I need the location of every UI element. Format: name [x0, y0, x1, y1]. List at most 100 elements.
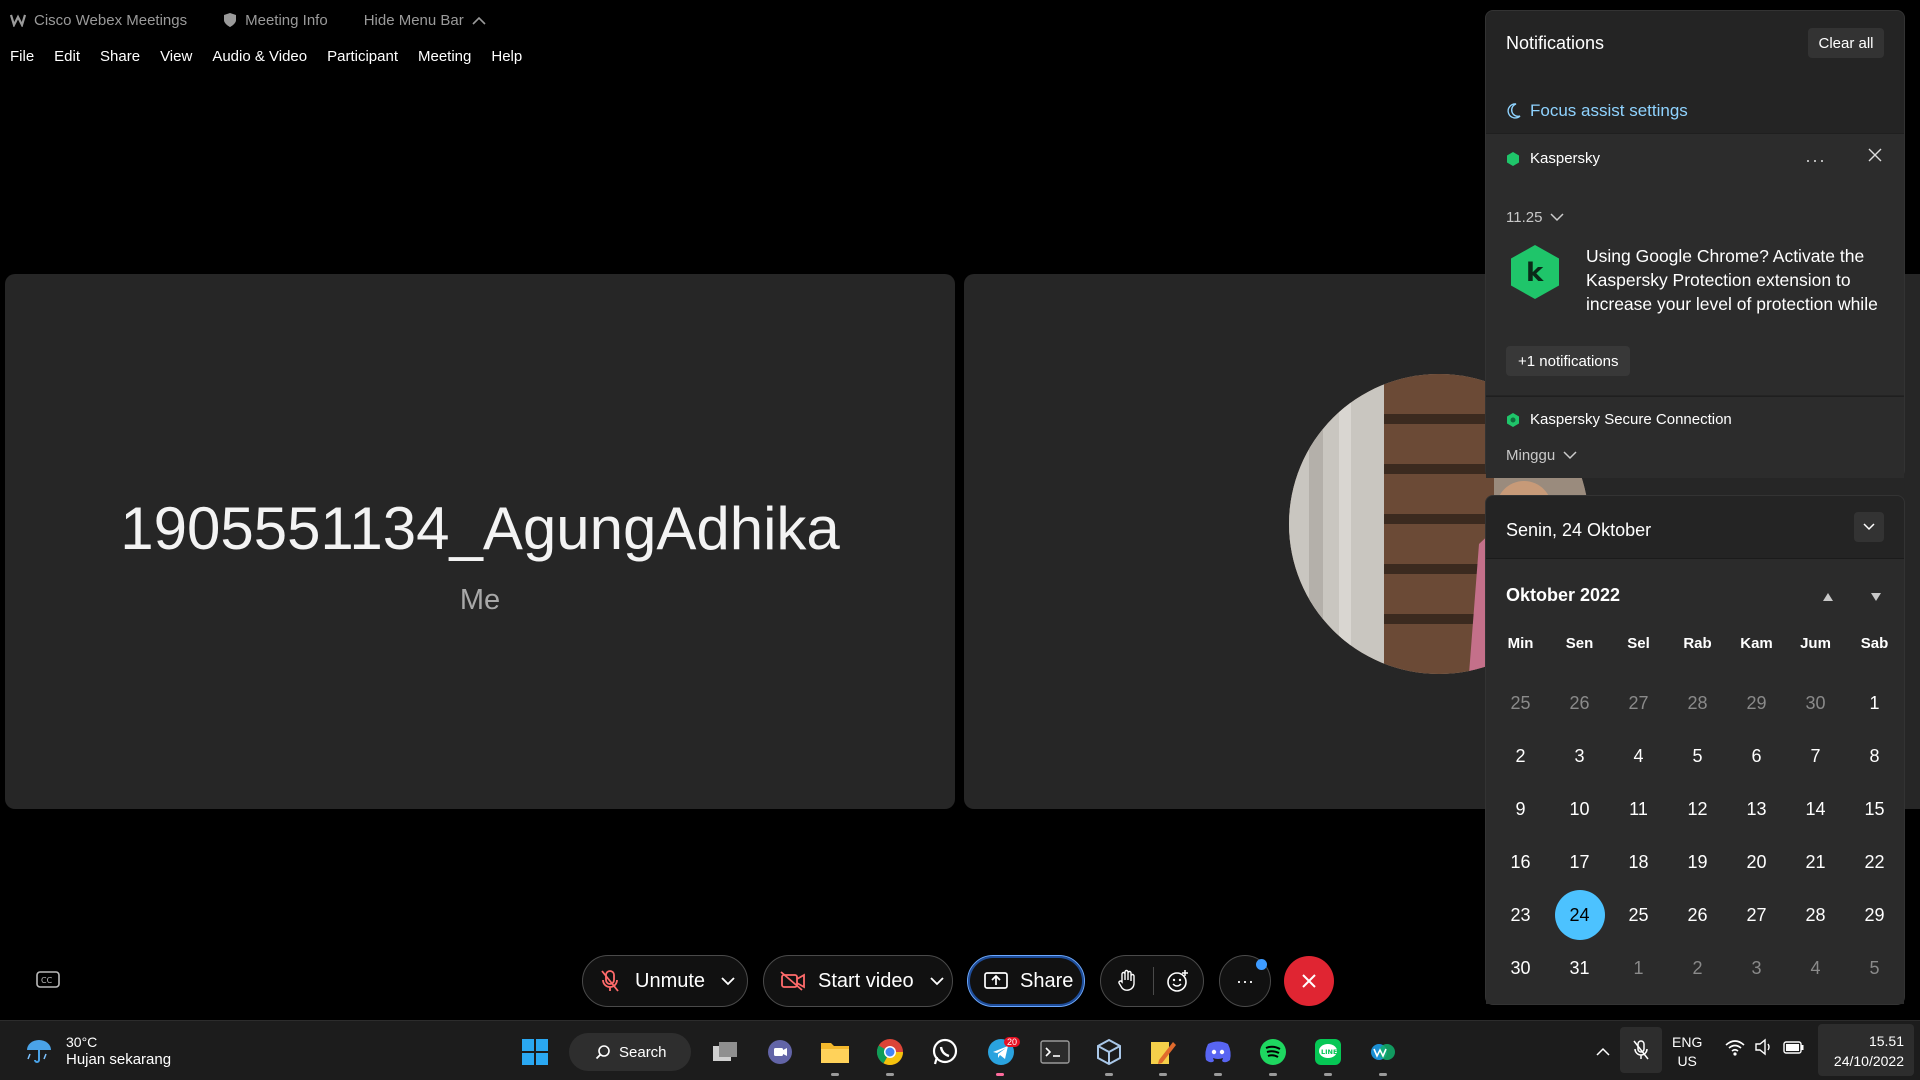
menu-view[interactable]: View — [160, 48, 192, 65]
calendar-day[interactable]: 18 — [1609, 838, 1668, 886]
calendar-day[interactable]: 28 — [1786, 891, 1845, 939]
show-hidden-icons-button[interactable] — [1596, 1043, 1610, 1061]
hide-menu-bar-button[interactable]: Hide Menu Bar — [364, 12, 494, 29]
notification-dismiss-button[interactable] — [1868, 148, 1882, 167]
self-video-tile[interactable]: 1905551134_AgungAdhika Me — [5, 274, 955, 809]
taskbar-search[interactable]: Search — [569, 1033, 691, 1071]
leave-meeting-button[interactable] — [1284, 956, 1334, 1006]
spotify-button[interactable] — [1258, 1037, 1288, 1067]
share-button[interactable]: Share — [967, 955, 1085, 1007]
calendar-day[interactable]: 30 — [1491, 944, 1550, 992]
calendar-day[interactable]: 9 — [1491, 785, 1550, 833]
notification-group-kaspersky[interactable]: Kaspersky ··· 11.25 k Using Google Chrom… — [1486, 133, 1904, 395]
chrome-button[interactable] — [875, 1037, 905, 1067]
calendar-day[interactable]: 5 — [1668, 732, 1727, 780]
focus-assist-link[interactable]: Focus assist settings — [1506, 101, 1688, 121]
webex-taskbar-button[interactable] — [1368, 1037, 1398, 1067]
close-icon — [1302, 974, 1316, 988]
discord-button[interactable] — [1203, 1037, 1233, 1067]
calendar-day[interactable]: 4 — [1786, 944, 1845, 992]
calendar-day[interactable]: 3 — [1550, 732, 1609, 780]
menu-bar: File Edit Share View Audio & Video Parti… — [0, 44, 542, 68]
menu-file[interactable]: File — [10, 48, 34, 65]
whatsapp-icon — [932, 1038, 958, 1065]
clear-all-button[interactable]: Clear all — [1808, 28, 1884, 58]
calendar-day[interactable]: 6 — [1727, 732, 1786, 780]
calendar-day[interactable]: 2 — [1668, 944, 1727, 992]
calendar-day[interactable]: 3 — [1727, 944, 1786, 992]
calendar-day-number: 31 — [1569, 957, 1590, 978]
menu-edit[interactable]: Edit — [54, 48, 80, 65]
calendar-day[interactable]: 26 — [1668, 891, 1727, 939]
calendar-day[interactable]: 27 — [1727, 891, 1786, 939]
calendar-day[interactable]: 30 — [1786, 679, 1845, 727]
calendar-day[interactable]: 1 — [1845, 679, 1904, 727]
calendar-day[interactable]: 20 — [1727, 838, 1786, 886]
clock-button[interactable]: 15.51 24/10/2022 — [1818, 1024, 1914, 1076]
calendar-day[interactable]: 29 — [1845, 891, 1904, 939]
weather-widget[interactable]: 30°C Hujan sekarang — [24, 1033, 171, 1069]
notification-time[interactable]: 11.25 — [1506, 209, 1564, 226]
calendar-day[interactable]: 16 — [1491, 838, 1550, 886]
more-notifications-button[interactable]: +1 notifications — [1506, 346, 1631, 376]
calendar-day[interactable]: 29 — [1727, 679, 1786, 727]
language-indicator[interactable]: ENG US — [1672, 1033, 1702, 1071]
previous-month-button[interactable] — [1822, 589, 1834, 607]
calendar-day[interactable]: 13 — [1727, 785, 1786, 833]
file-explorer-button[interactable] — [820, 1037, 850, 1067]
calendar-day[interactable]: 25 — [1609, 891, 1668, 939]
calendar-day[interactable]: 25 — [1491, 679, 1550, 727]
calendar-day[interactable]: 31 — [1550, 944, 1609, 992]
whatsapp-button[interactable] — [930, 1037, 960, 1067]
notification-time[interactable]: Minggu — [1506, 447, 1577, 464]
quick-settings-button[interactable] — [1724, 1037, 1805, 1062]
calendar-day[interactable]: 4 — [1609, 732, 1668, 780]
calendar-day[interactable]: 27 — [1609, 679, 1668, 727]
calendar-day[interactable]: 12 — [1668, 785, 1727, 833]
virtualbox-button[interactable] — [1094, 1037, 1124, 1067]
raise-hand-button[interactable] — [1101, 969, 1153, 993]
calendar-day[interactable]: 28 — [1668, 679, 1727, 727]
calendar-day[interactable]: 17 — [1550, 838, 1609, 886]
calendar-day[interactable]: 7 — [1786, 732, 1845, 780]
calendar-day[interactable]: 2 — [1491, 732, 1550, 780]
calendar-day[interactable]: 15 — [1845, 785, 1904, 833]
start-video-button[interactable]: Start video — [763, 955, 953, 1007]
menu-participant[interactable]: Participant — [327, 48, 398, 65]
calendar-day[interactable]: 23 — [1491, 891, 1550, 939]
unmute-button[interactable]: Unmute — [582, 955, 748, 1007]
teams-chat-button[interactable] — [765, 1037, 795, 1067]
task-view-button[interactable] — [710, 1037, 740, 1067]
menu-help[interactable]: Help — [491, 48, 522, 65]
reactions-button[interactable] — [1153, 969, 1203, 993]
calendar-day-selected[interactable]: 24 — [1550, 890, 1609, 940]
notification-group-secure-connection[interactable]: Kaspersky Secure Connection Minggu — [1486, 396, 1904, 478]
chevron-down-icon[interactable] — [929, 976, 944, 986]
menu-meeting[interactable]: Meeting — [418, 48, 471, 65]
calendar-month-title[interactable]: Oktober 2022 — [1506, 585, 1620, 606]
sticky-notes-button[interactable] — [1148, 1037, 1178, 1067]
notification-app-name: Kaspersky — [1530, 150, 1601, 167]
meeting-info-button[interactable]: Meeting Info — [223, 12, 328, 29]
calendar-day[interactable]: 26 — [1550, 679, 1609, 727]
line-button[interactable]: LINE — [1313, 1037, 1343, 1067]
calendar-day[interactable]: 5 — [1845, 944, 1904, 992]
notification-more-button[interactable]: ··· — [1805, 150, 1826, 171]
next-month-button[interactable] — [1870, 589, 1882, 607]
calendar-day[interactable]: 1 — [1609, 944, 1668, 992]
start-button[interactable] — [520, 1037, 550, 1067]
calendar-day[interactable]: 21 — [1786, 838, 1845, 886]
calendar-day[interactable]: 22 — [1845, 838, 1904, 886]
calendar-day[interactable]: 19 — [1668, 838, 1727, 886]
spotify-icon — [1260, 1039, 1286, 1065]
terminal-button[interactable] — [1040, 1037, 1070, 1067]
chevron-down-icon[interactable] — [721, 976, 735, 986]
menu-share[interactable]: Share — [100, 48, 140, 65]
microphone-tray-button[interactable] — [1620, 1027, 1662, 1073]
menu-audio-video[interactable]: Audio & Video — [212, 48, 307, 65]
calendar-day[interactable]: 14 — [1786, 785, 1845, 833]
calendar-day[interactable]: 8 — [1845, 732, 1904, 780]
calendar-day[interactable]: 11 — [1609, 785, 1668, 833]
calendar-collapse-button[interactable] — [1854, 512, 1884, 542]
calendar-day[interactable]: 10 — [1550, 785, 1609, 833]
